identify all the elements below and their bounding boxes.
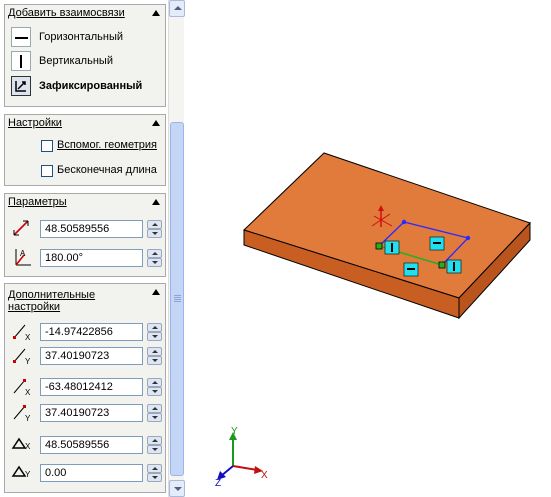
svg-text:X: X — [25, 442, 31, 451]
end-x-spinner[interactable] — [147, 378, 162, 396]
angle-input[interactable]: 180.00° — [40, 249, 143, 267]
add-relations-title-text: Добавить взаимосвязи — [8, 7, 125, 19]
svg-text:Y: Y — [25, 357, 31, 365]
angle-spinner[interactable] — [147, 249, 162, 267]
svg-text:Y: Y — [25, 470, 31, 479]
horizontal-relation-icon — [403, 262, 419, 277]
relation-fixed-label: Зафиксированный — [39, 80, 143, 92]
end-x-input[interactable]: -63.48012412 — [40, 378, 143, 396]
delta-y-spinner[interactable] — [147, 464, 162, 482]
collapse-caret-icon[interactable] — [152, 289, 160, 295]
horizontal-relation-icon — [429, 236, 445, 251]
triad-x-label: X — [261, 470, 268, 481]
start-x-spinner[interactable] — [147, 323, 162, 341]
relation-vertical-label: Вертикальный — [39, 55, 113, 67]
settings-title-text: Настройки — [8, 117, 62, 129]
construction-geometry-label: Вспомог. геометрия — [57, 139, 157, 151]
delta-y-icon: Y — [11, 465, 31, 479]
infinite-length-label: Бесконечная длина — [57, 164, 157, 176]
additional-settings-title-text: Дополнительные настройки — [8, 289, 96, 313]
start-y-icon: Y — [13, 348, 31, 365]
delta-y-input[interactable]: 0.00 — [40, 464, 143, 482]
scrollbar-thumb[interactable] — [170, 122, 184, 476]
length-spinner[interactable] — [147, 220, 162, 238]
svg-text:Y: Y — [25, 414, 31, 422]
angle-icon: A — [15, 249, 31, 266]
svg-text:A: A — [20, 249, 26, 258]
add-relations-title[interactable]: Добавить взаимосвязи — [5, 5, 165, 22]
vertical-line-icon — [11, 51, 31, 71]
delta-x-spinner[interactable] — [147, 436, 162, 454]
view-triad: Y X Z — [215, 426, 268, 489]
delta-x-icon: X — [11, 437, 31, 451]
settings-title[interactable]: Настройки — [5, 115, 165, 132]
additional-settings-title[interactable]: Дополнительные настройки — [5, 284, 165, 314]
triad-y-label: Y — [231, 426, 238, 437]
length-icon — [13, 220, 29, 236]
collapse-caret-icon[interactable] — [152, 10, 160, 16]
svg-text:X: X — [25, 388, 31, 396]
start-x-input[interactable]: -14.97422856 — [40, 323, 143, 341]
scroll-down-icon[interactable] — [169, 480, 185, 497]
end-y-input[interactable]: 37.40190723 — [40, 404, 143, 422]
infinite-length-checkbox[interactable] — [41, 165, 53, 177]
start-y-spinner[interactable] — [147, 347, 162, 365]
end-y-spinner[interactable] — [147, 404, 162, 422]
triad-z-label: Z — [215, 478, 221, 489]
collapse-caret-icon[interactable] — [152, 120, 160, 126]
svg-text:X: X — [25, 333, 31, 341]
graphics-viewport[interactable]: Y X Z — [185, 0, 551, 497]
vertical-relation-icon — [446, 259, 462, 274]
sketch-point[interactable] — [465, 235, 471, 241]
parameters-title-text: Параметры — [8, 196, 67, 208]
parameters-title[interactable]: Параметры — [5, 194, 165, 211]
delta-x-input[interactable]: 48.50589556 — [40, 436, 143, 454]
length-input[interactable]: 48.50589556 — [40, 220, 143, 238]
collapse-caret-icon[interactable] — [152, 199, 160, 205]
property-manager: Добавить взаимосвязи Горизонтальный Верт… — [0, 0, 168, 497]
scroll-up-icon[interactable] — [169, 0, 185, 17]
add-relations-panel: Добавить взаимосвязи Горизонтальный Верт… — [4, 4, 166, 107]
fix-anchor-icon — [11, 76, 31, 96]
end-x-icon: X — [13, 379, 31, 396]
start-y-input[interactable]: 37.40190723 — [40, 347, 143, 365]
vertical-relation-icon — [384, 240, 400, 255]
endpoint-handle[interactable] — [438, 261, 446, 269]
start-x-icon: X — [13, 324, 31, 341]
relation-horizontal-label: Горизонтальный — [39, 31, 124, 43]
settings-panel: Настройки Вспомог. геометрия Бесконечная… — [4, 114, 166, 186]
endpoint-handle[interactable] — [375, 242, 383, 250]
parameters-panel: Параметры 48.50589556 A 180.00° — [4, 193, 166, 277]
horizontal-line-icon — [11, 27, 31, 47]
panel-scrollbar[interactable] — [168, 0, 185, 497]
sketch-point[interactable] — [401, 219, 407, 225]
end-y-icon: Y — [13, 405, 31, 422]
additional-settings-panel: Дополнительные настройки X -14.97422856 … — [4, 283, 166, 493]
model-view[interactable]: Y X Z — [185, 0, 551, 497]
construction-geometry-checkbox[interactable] — [41, 140, 53, 152]
